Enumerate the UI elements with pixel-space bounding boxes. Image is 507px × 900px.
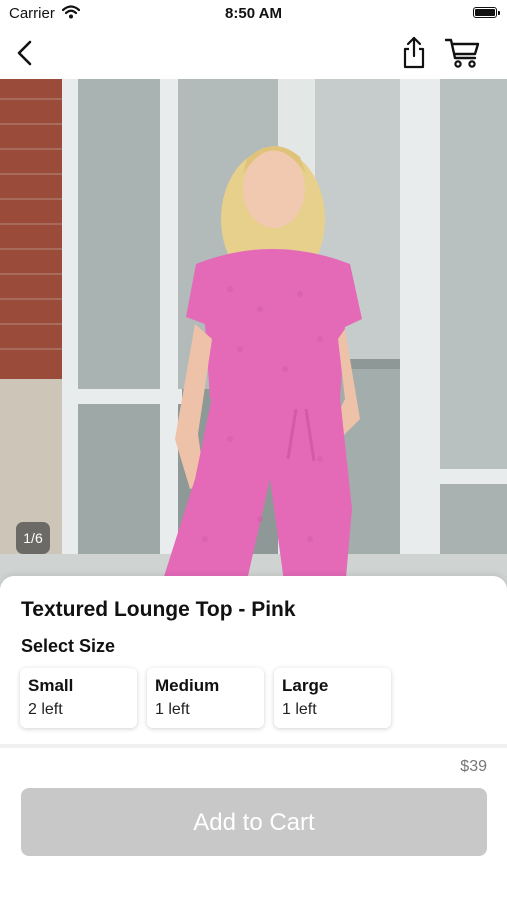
status-time: 8:50 AM — [225, 5, 282, 22]
size-option-small[interactable]: Small 2 left — [20, 668, 137, 728]
price-label: $39 — [460, 758, 487, 775]
share-button[interactable] — [398, 34, 430, 70]
size-option-medium[interactable]: Medium 1 left — [147, 668, 264, 728]
size-option-stock: 1 left — [155, 701, 190, 718]
size-option-large[interactable]: Large 1 left — [274, 668, 391, 728]
back-button[interactable] — [10, 36, 42, 70]
chevron-left-icon — [17, 40, 32, 66]
add-to-cart-button[interactable]: Add to Cart — [21, 788, 487, 856]
size-option-name: Small — [28, 676, 74, 695]
share-icon — [403, 36, 425, 69]
product-sheet: Textured Lounge Top - Pink Select Size S… — [0, 576, 507, 900]
divider — [0, 744, 507, 748]
size-heading: Select Size — [21, 636, 116, 656]
battery-icon — [473, 7, 500, 18]
size-option-stock: 2 left — [28, 701, 63, 718]
size-option-name: Large — [282, 676, 329, 695]
nav-bar — [0, 28, 507, 78]
product-image[interactable] — [0, 79, 507, 589]
cart-icon — [444, 38, 480, 68]
cart-button[interactable] — [444, 36, 482, 70]
image-counter: 1/6 — [16, 522, 50, 554]
product-photo — [0, 79, 507, 589]
size-option-name: Medium — [155, 676, 220, 695]
product-title: Textured Lounge Top - Pink — [21, 598, 296, 621]
size-option-stock: 1 left — [282, 701, 317, 718]
status-bar: Carrier 8:50 AM — [0, 0, 507, 28]
